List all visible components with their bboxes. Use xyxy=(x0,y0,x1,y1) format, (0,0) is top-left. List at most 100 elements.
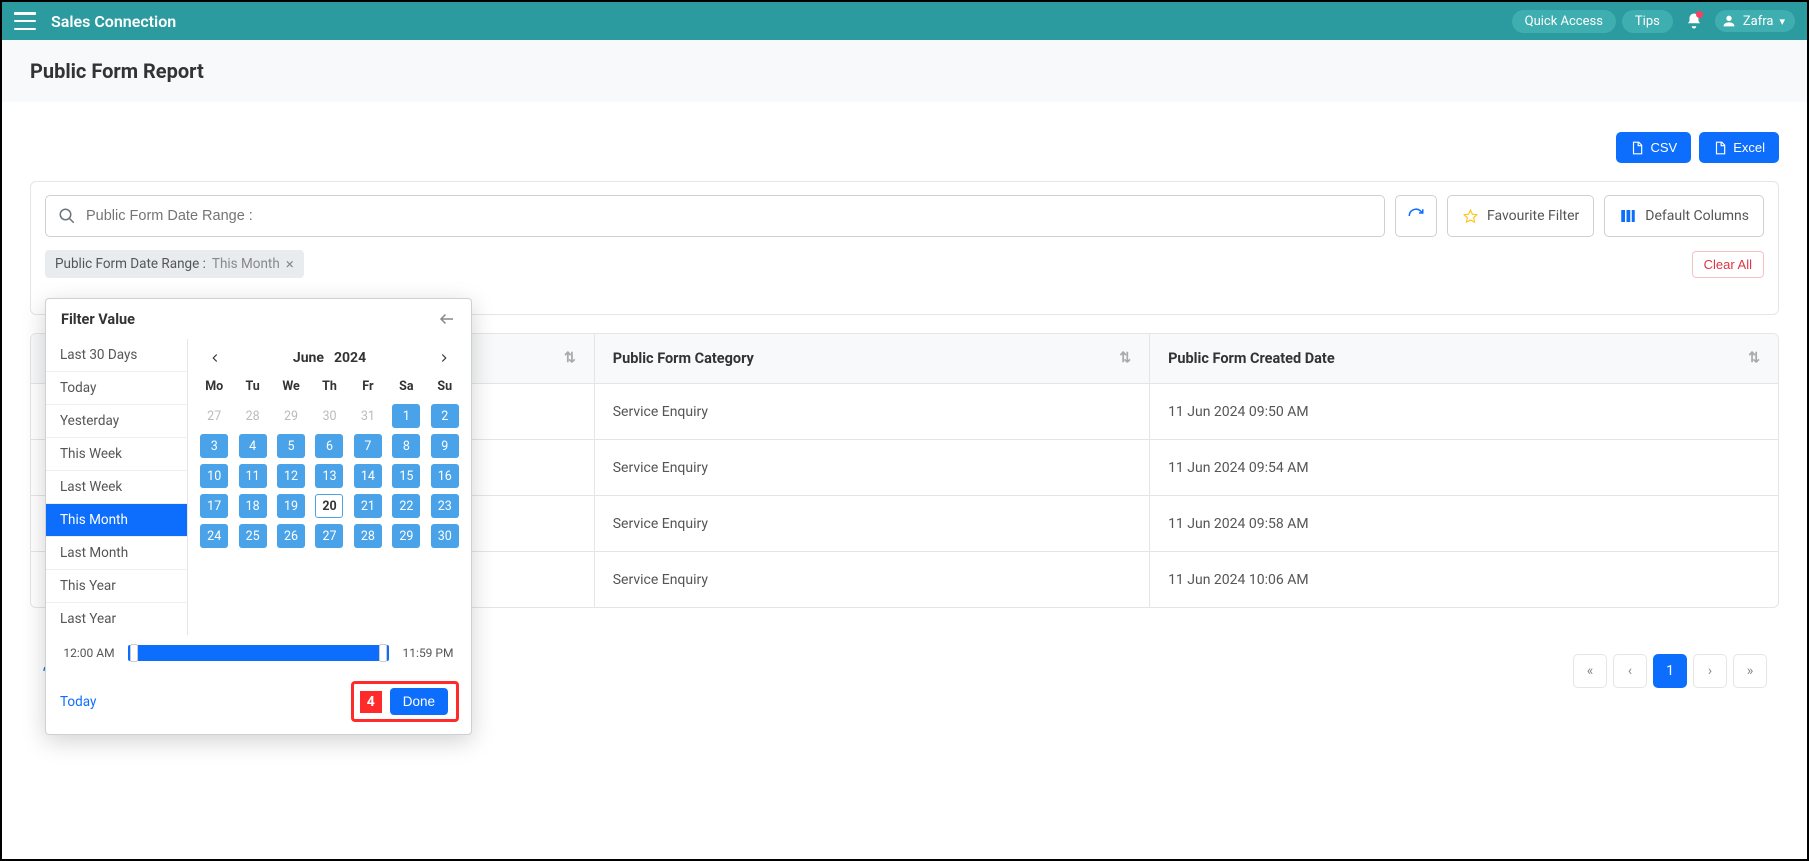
page-last-button[interactable]: » xyxy=(1733,654,1767,688)
calendar-day[interactable]: 7 xyxy=(354,434,382,458)
filter-panel: Favourite Filter Default Columns Public … xyxy=(30,181,1779,315)
calendar-day[interactable]: 15 xyxy=(392,464,420,488)
export-excel-button[interactable]: Excel xyxy=(1699,132,1779,163)
calendar-day-prev[interactable]: 31 xyxy=(354,404,382,428)
calendar-day[interactable]: 17 xyxy=(200,494,228,518)
page-next-button[interactable]: › xyxy=(1693,654,1727,688)
calendar-day[interactable]: 9 xyxy=(431,434,459,458)
file-icon xyxy=(1630,141,1644,155)
calendar-day[interactable]: 3 xyxy=(200,434,228,458)
calendar-dow: Mo xyxy=(198,375,230,398)
calendar-day[interactable]: 2 xyxy=(431,404,459,428)
refresh-button[interactable] xyxy=(1395,195,1437,237)
export-excel-label: Excel xyxy=(1733,140,1765,155)
time-slider[interactable] xyxy=(128,645,389,661)
preset-item[interactable]: Last Week xyxy=(46,471,187,504)
calendar-day-prev[interactable]: 28 xyxy=(239,404,267,428)
search-input[interactable] xyxy=(86,208,1372,224)
page-prev-button[interactable]: ‹ xyxy=(1613,654,1647,688)
chip-label: Public Form Date Range : xyxy=(55,256,206,272)
chevron-down-icon: ▾ xyxy=(1779,15,1785,28)
done-button[interactable]: Done xyxy=(390,688,448,715)
export-row: CSV Excel xyxy=(30,132,1779,163)
calendar-day[interactable]: 6 xyxy=(315,434,343,458)
row-created-cell: 11 Jun 2024 09:58 AM xyxy=(1150,496,1778,552)
calendar-day-prev[interactable]: 27 xyxy=(200,404,228,428)
calendar-day[interactable]: 29 xyxy=(392,524,420,548)
tips-button[interactable]: Tips xyxy=(1622,10,1673,33)
calendar-day[interactable]: 10 xyxy=(200,464,228,488)
brand-title: Sales Connection xyxy=(51,12,176,31)
search-box[interactable] xyxy=(45,195,1385,237)
calendar-dow: Sa xyxy=(390,375,422,398)
calendar-day[interactable]: 16 xyxy=(431,464,459,488)
chip-row: Public Form Date Range : This Month × Cl… xyxy=(45,250,1764,278)
calendar-day[interactable]: 13 xyxy=(315,464,343,488)
calendar-day[interactable]: 4 xyxy=(239,434,267,458)
calendar-day[interactable]: 23 xyxy=(431,494,459,518)
row-category-cell: Service Enquiry xyxy=(594,496,1149,552)
calendar-next-button[interactable] xyxy=(433,347,455,369)
refresh-icon xyxy=(1407,207,1425,225)
star-icon xyxy=(1462,208,1479,225)
calendar-day[interactable]: 14 xyxy=(354,464,382,488)
clear-all-button[interactable]: Clear All xyxy=(1692,251,1764,278)
calendar-dow: Su xyxy=(429,375,461,398)
calendar-grid: MoTuWeThFrSaSu27282930311234567891011121… xyxy=(198,375,461,548)
calendar-day[interactable]: 28 xyxy=(354,524,382,548)
done-callout: 4 Done xyxy=(351,681,459,722)
sort-icon[interactable]: ⇅ xyxy=(1748,350,1760,366)
calendar-day[interactable]: 25 xyxy=(239,524,267,548)
calendar-day[interactable]: 1 xyxy=(392,404,420,428)
page-number[interactable]: 1 xyxy=(1653,654,1687,688)
page-first-button[interactable]: « xyxy=(1573,654,1607,688)
filter-chip[interactable]: Public Form Date Range : This Month × xyxy=(45,250,304,278)
calendar-prev-button[interactable] xyxy=(204,347,226,369)
preset-item[interactable]: This Week xyxy=(46,438,187,471)
calendar-day[interactable]: 8 xyxy=(392,434,420,458)
default-columns-button[interactable]: Default Columns xyxy=(1604,195,1764,237)
calendar-day[interactable]: 12 xyxy=(277,464,305,488)
calendar-day[interactable]: 20 xyxy=(315,494,343,518)
preset-item[interactable]: Today xyxy=(46,372,187,405)
calendar-day[interactable]: 18 xyxy=(239,494,267,518)
favourite-filter-button[interactable]: Favourite Filter xyxy=(1447,195,1594,237)
preset-item[interactable]: This Month xyxy=(46,504,187,537)
popup-body: Last 30 DaysTodayYesterdayThis WeekLast … xyxy=(46,339,471,635)
sort-icon[interactable]: ⇅ xyxy=(564,350,576,366)
export-csv-button[interactable]: CSV xyxy=(1616,132,1691,163)
hamburger-icon[interactable] xyxy=(14,12,36,30)
notification-icon[interactable] xyxy=(1685,12,1703,30)
row-category-cell: Service Enquiry xyxy=(594,384,1149,440)
calendar-day-prev[interactable]: 29 xyxy=(277,404,305,428)
back-arrow-icon[interactable] xyxy=(438,310,456,328)
user-name: Zafra xyxy=(1743,14,1774,29)
page-header: Public Form Report xyxy=(2,40,1807,102)
time-end-label: 11:59 PM xyxy=(399,646,457,660)
chip-close-icon[interactable]: × xyxy=(286,257,294,272)
popup-header: Filter Value xyxy=(46,299,471,339)
popup-title: Filter Value xyxy=(61,311,135,328)
calendar-day[interactable]: 24 xyxy=(200,524,228,548)
time-slider-row: 12:00 AM 11:59 PM xyxy=(46,635,471,671)
calendar-day-prev[interactable]: 30 xyxy=(315,404,343,428)
calendar-day[interactable]: 11 xyxy=(239,464,267,488)
calendar-day[interactable]: 21 xyxy=(354,494,382,518)
calendar-day[interactable]: 30 xyxy=(431,524,459,548)
calendar-day[interactable]: 19 xyxy=(277,494,305,518)
preset-item[interactable]: Last Month xyxy=(46,537,187,570)
preset-item[interactable]: Yesterday xyxy=(46,405,187,438)
calendar-day[interactable]: 5 xyxy=(277,434,305,458)
sort-icon[interactable]: ⇅ xyxy=(1119,350,1131,366)
calendar-day[interactable]: 27 xyxy=(315,524,343,548)
favourite-filter-label: Favourite Filter xyxy=(1487,208,1579,224)
calendar-day[interactable]: 22 xyxy=(392,494,420,518)
preset-item[interactable]: This Year xyxy=(46,570,187,603)
today-link[interactable]: Today xyxy=(60,694,96,710)
quick-access-button[interactable]: Quick Access xyxy=(1512,10,1616,33)
user-menu[interactable]: Zafra ▾ xyxy=(1715,10,1795,32)
calendar-day[interactable]: 26 xyxy=(277,524,305,548)
preset-item[interactable]: Last 30 Days xyxy=(46,339,187,372)
preset-item[interactable]: Last Year xyxy=(46,603,187,635)
columns-icon xyxy=(1619,207,1637,225)
